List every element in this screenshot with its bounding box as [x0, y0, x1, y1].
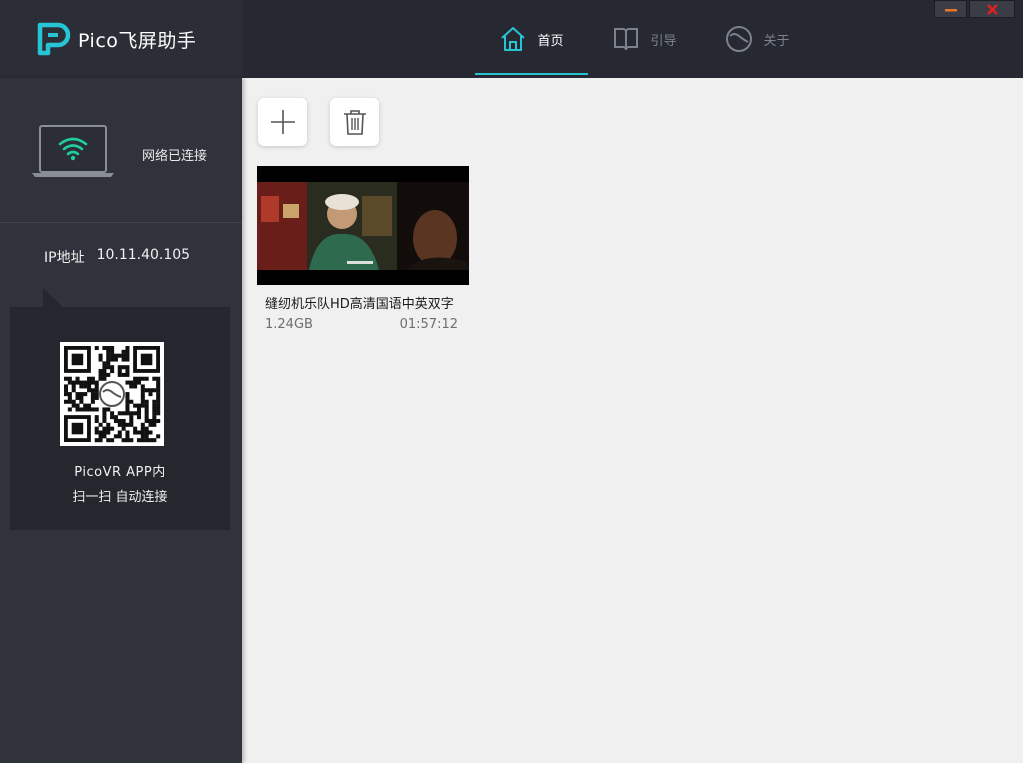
window-controls [934, 0, 1015, 18]
tab-about-label: 关于 [763, 33, 790, 49]
book-icon [614, 28, 639, 51]
ip-address-row: IP地址 10.11.40.105 [44, 247, 190, 267]
close-icon [986, 3, 998, 15]
sidebar: 网络已连接 IP地址 10.11.40.105 PicoVR APP内 扫一扫 … [0, 78, 242, 763]
video-thumbnail[interactable] [257, 166, 469, 285]
pico-logo-icon [37, 22, 71, 56]
ip-label: IP地址 [44, 250, 85, 266]
delete-video-button[interactable] [330, 98, 379, 146]
qr-panel: PicoVR APP内 扫一扫 自动连接 [10, 307, 230, 530]
network-status-area: 网络已连接 [0, 78, 242, 223]
qr-instruction-line2: 扫一扫 自动连接 [72, 490, 168, 505]
plus-icon [270, 110, 295, 134]
pico-circle-icon [726, 26, 753, 52]
tab-home[interactable]: 首页 [475, 0, 588, 78]
home-icon [501, 27, 526, 51]
trash-icon [343, 110, 366, 135]
laptop-wifi-icon [32, 125, 114, 177]
minimize-icon [944, 9, 957, 12]
main-content: 缝纫机乐队HD高清国语中英双字 1.24GB 01:57:12 [242, 78, 1023, 763]
video-size: 1.24GB [265, 317, 313, 332]
title-bar: Pico飞屏助手 首页 引导 关于 [0, 0, 1023, 78]
qr-code [60, 342, 164, 446]
tab-about[interactable]: 关于 [701, 0, 814, 78]
video-title: 缝纫机乐队HD高清国语中英双字 [265, 297, 454, 312]
qr-code-image [64, 346, 161, 443]
add-video-button[interactable] [258, 98, 307, 146]
app-title: Pico飞屏助手 [78, 30, 197, 52]
video-meta: 1.24GB 01:57:12 [265, 317, 458, 332]
logo-area: Pico飞屏助手 [0, 0, 242, 78]
main-nav: 首页 引导 关于 [475, 0, 814, 78]
network-status-text: 网络已连接 [142, 149, 208, 164]
tab-guide[interactable]: 引导 [588, 0, 701, 78]
sidebar-divider [0, 222, 242, 223]
video-thumbnail-image [257, 166, 469, 285]
ip-value: 10.11.40.105 [96, 247, 191, 263]
close-button[interactable] [969, 0, 1015, 18]
qr-instruction-line1: PicoVR APP内 [74, 465, 166, 480]
video-duration: 01:57:12 [399, 317, 458, 332]
video-card[interactable]: 缝纫机乐队HD高清国语中英双字 1.24GB 01:57:12 [257, 166, 469, 332]
qr-panel-pointer [43, 288, 63, 307]
tab-home-label: 首页 [537, 33, 564, 49]
minimize-button[interactable] [934, 0, 967, 18]
tab-guide-label: 引导 [650, 33, 677, 49]
